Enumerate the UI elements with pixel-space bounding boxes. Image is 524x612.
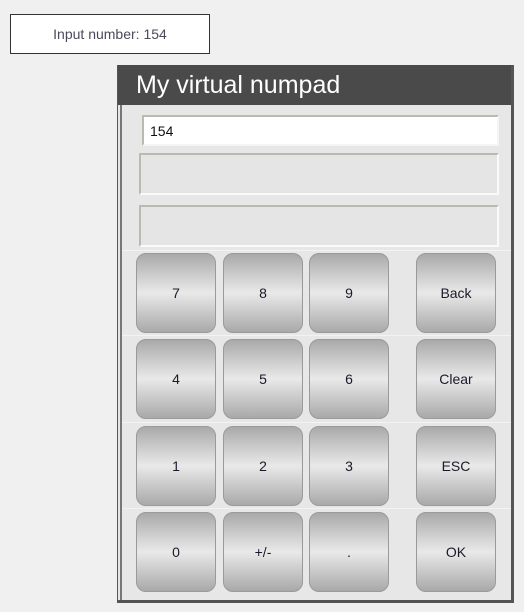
display-field-2 bbox=[139, 205, 499, 247]
ok-button[interactable]: OK bbox=[416, 512, 496, 592]
sign-toggle-button[interactable]: +/- bbox=[223, 512, 303, 592]
key-7[interactable]: 7 bbox=[136, 253, 216, 333]
key-8[interactable]: 8 bbox=[223, 253, 303, 333]
key-6[interactable]: 6 bbox=[309, 339, 389, 419]
input-number-label: Input number: 154 bbox=[10, 14, 210, 54]
key-2[interactable]: 2 bbox=[223, 426, 303, 506]
dialog-title: My virtual numpad bbox=[118, 65, 511, 105]
decimal-point-button[interactable]: . bbox=[309, 512, 389, 592]
row-divider bbox=[122, 335, 511, 336]
esc-button[interactable]: ESC bbox=[416, 426, 496, 506]
key-4[interactable]: 4 bbox=[136, 339, 216, 419]
numpad-body: 789 Back 456 Clear 123 ESC 0+/-. OK bbox=[120, 105, 511, 600]
key-5[interactable]: 5 bbox=[223, 339, 303, 419]
key-9[interactable]: 9 bbox=[309, 253, 389, 333]
number-input[interactable] bbox=[142, 115, 499, 146]
numpad-dialog: My virtual numpad 789 Back 456 Clear 123 ESC 0… bbox=[117, 65, 514, 603]
display-field-1 bbox=[139, 153, 499, 195]
back-button[interactable]: Back bbox=[416, 253, 496, 333]
key-1[interactable]: 1 bbox=[136, 426, 216, 506]
key-0[interactable]: 0 bbox=[136, 512, 216, 592]
row-divider bbox=[122, 422, 511, 423]
key-3[interactable]: 3 bbox=[309, 426, 389, 506]
clear-button[interactable]: Clear bbox=[416, 339, 496, 419]
row-divider bbox=[122, 508, 511, 509]
row-divider bbox=[122, 250, 511, 251]
